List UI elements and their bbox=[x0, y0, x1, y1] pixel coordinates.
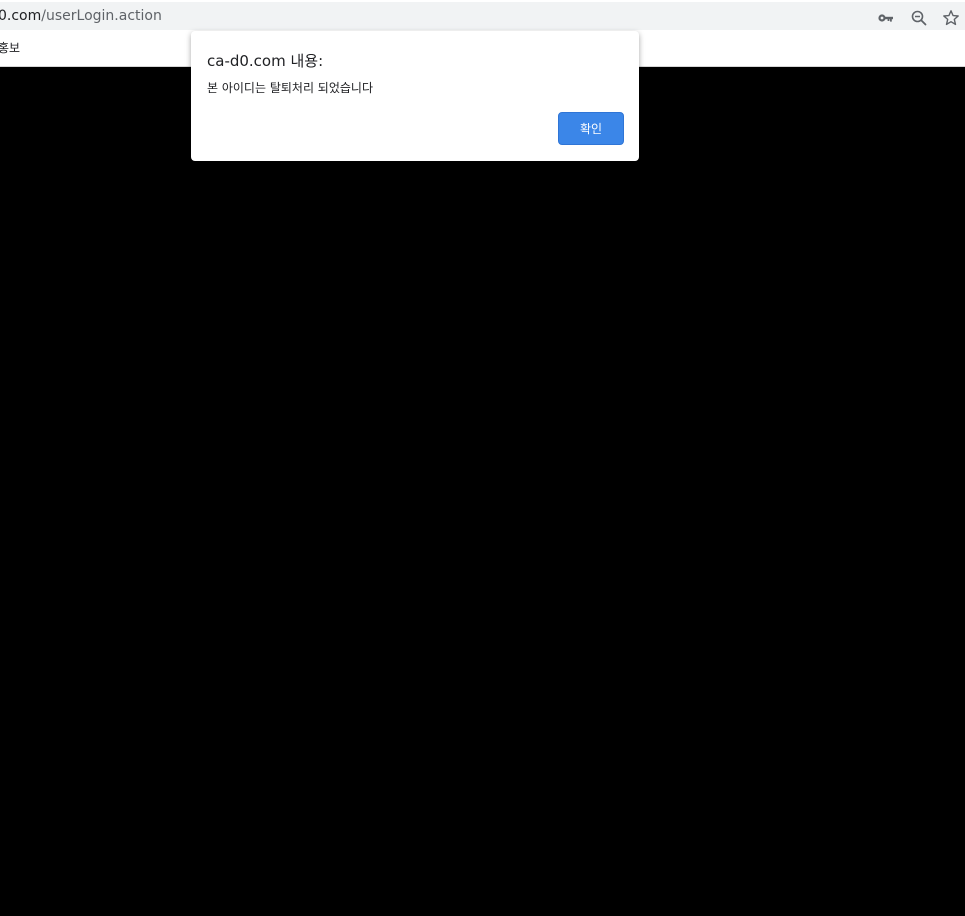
key-icon[interactable] bbox=[877, 9, 895, 27]
url-path: /userLogin.action bbox=[41, 8, 162, 24]
zoom-out-icon[interactable] bbox=[910, 9, 928, 27]
address-bar[interactable]: 0.com/userLogin.action bbox=[0, 2, 965, 30]
dialog-title: ca-d0.com 내용: bbox=[207, 52, 324, 70]
bookmark-item[interactable]: 홍보 bbox=[0, 39, 20, 56]
alert-dialog: ca-d0.com 내용: 본 아이디는 탈퇴처리 되었습니다 확인 bbox=[191, 31, 639, 161]
ok-button[interactable]: 확인 bbox=[558, 112, 624, 145]
dialog-message: 본 아이디는 탈퇴처리 되었습니다 bbox=[207, 81, 374, 95]
star-icon[interactable] bbox=[942, 9, 960, 27]
page-viewport bbox=[0, 67, 965, 916]
url-text[interactable]: 0.com/userLogin.action bbox=[0, 8, 162, 24]
address-bar-actions bbox=[869, 4, 965, 32]
url-domain: 0.com bbox=[0, 8, 42, 24]
